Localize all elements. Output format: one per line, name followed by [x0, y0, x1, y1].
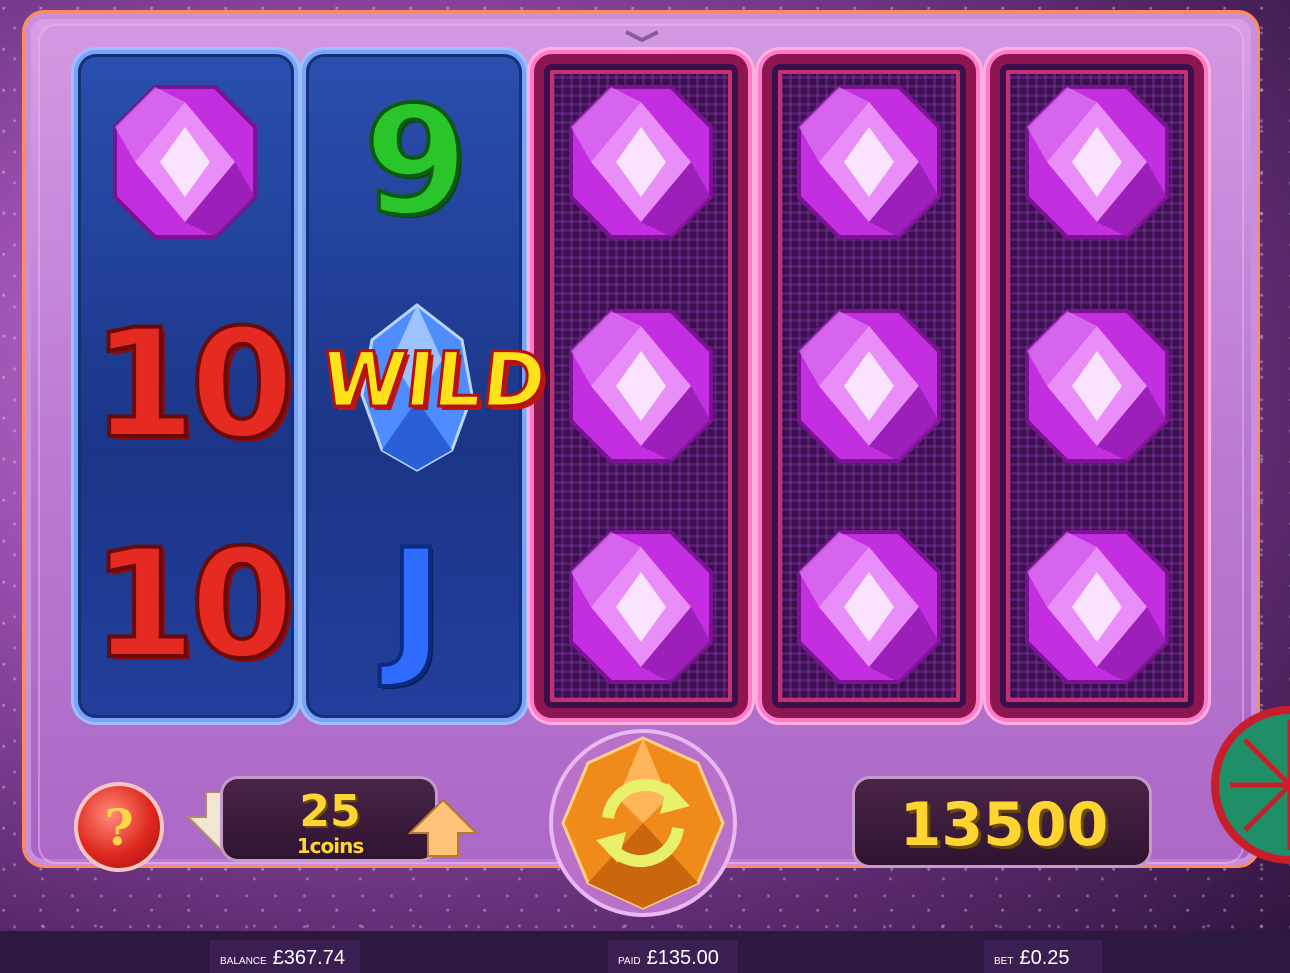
ornament-icon: [1211, 706, 1290, 864]
purple-gem-icon: [1022, 527, 1172, 687]
symbol-jack: J: [386, 518, 446, 692]
purple-gem-icon: [110, 82, 260, 242]
help-button[interactable]: ?: [74, 782, 164, 872]
bet-value: £0.25: [1019, 947, 1070, 969]
paid-value: £135.00: [646, 947, 719, 969]
purple-gem-icon: [566, 527, 716, 687]
purple-gem-icon: [794, 82, 944, 242]
balance-display: BALANCE £367.74: [210, 940, 360, 973]
paid-label: PAID: [618, 956, 641, 967]
purple-gem-icon: [1022, 82, 1172, 242]
purple-gem-icon: [566, 306, 716, 466]
chevron-down-icon[interactable]: [622, 30, 662, 42]
balance-value: £367.74: [272, 947, 345, 969]
symbol-ten: 10: [90, 298, 297, 472]
balance-label: BALANCE: [220, 956, 267, 967]
spin-button[interactable]: [548, 728, 738, 918]
symbol-nine: 9: [362, 75, 470, 249]
bet-label: BET: [994, 956, 1014, 967]
symbol-ten: 10: [90, 518, 297, 692]
lines-value: 25: [299, 786, 361, 837]
bet-display: BET £0.25: [984, 940, 1102, 973]
purple-gem-icon: [566, 82, 716, 242]
coins-label: 1coins: [296, 834, 365, 858]
paid-display: PAID £135.00: [608, 940, 738, 973]
purple-gem-icon: [794, 527, 944, 687]
purple-gem-icon: [1022, 306, 1172, 466]
win-value: 13500: [899, 790, 1109, 860]
increase-arrow-icon[interactable]: [408, 798, 478, 858]
wild-label: WILD: [316, 334, 552, 426]
purple-gem-icon: [794, 306, 944, 466]
symbol-wild: WILD: [316, 300, 552, 480]
